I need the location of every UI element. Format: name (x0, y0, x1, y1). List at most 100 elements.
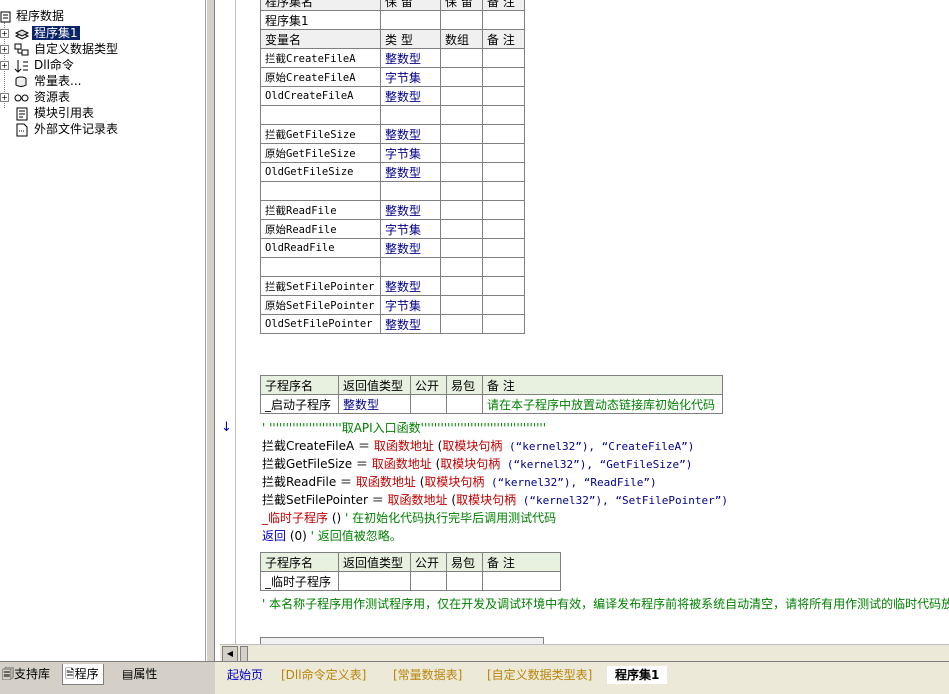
note-cell[interactable] (482, 200, 525, 220)
array-cell[interactable] (440, 276, 483, 296)
variable-type[interactable]: 整数型 (380, 86, 441, 106)
variable-type[interactable]: 字节集 (380, 67, 441, 87)
code-line[interactable]: 拦截GetFileSize ＝ 取函数地址 (取模块句柄 (“kernel32”… (262, 455, 692, 473)
note-cell[interactable] (482, 48, 525, 68)
variable-type[interactable]: 整数型 (380, 48, 441, 68)
subroutine-row[interactable]: _临时子程序 (260, 571, 561, 591)
variable-type[interactable]: 整数型 (380, 200, 441, 220)
variable-type[interactable]: 整数型 (380, 314, 441, 334)
expand-plus-icon[interactable]: + (0, 93, 9, 102)
assembly-name-cell[interactable]: 程序集1 (260, 10, 381, 30)
variable-row[interactable]: OldGetFileSize 整数型 (260, 162, 525, 182)
array-cell[interactable] (440, 181, 483, 201)
variable-name[interactable]: OldCreateFileA (260, 86, 381, 106)
variable-name[interactable]: 拦截SetFilePointer (260, 276, 381, 296)
cell[interactable] (482, 10, 525, 30)
array-cell[interactable] (440, 124, 483, 144)
array-cell[interactable] (440, 48, 483, 68)
note-cell[interactable] (482, 143, 525, 163)
array-cell[interactable] (440, 200, 483, 220)
array-cell[interactable] (440, 257, 483, 277)
tab-assembly-1[interactable]: 程序集1 (607, 666, 668, 684)
variable-row[interactable] (260, 181, 525, 201)
expand-plus-icon[interactable]: + (0, 61, 9, 70)
code-line[interactable]: 拦截ReadFile ＝ 取函数地址 (取模块句柄 (“kernel32”), … (262, 473, 657, 491)
code-line-return[interactable]: 返回 (0) ' 返回值被忽略。 (262, 527, 402, 545)
variable-name[interactable] (260, 105, 381, 125)
cell[interactable] (380, 10, 441, 30)
variable-row[interactable]: OldReadFile 整数型 (260, 238, 525, 258)
assembly-name-row[interactable]: 程序集1 (260, 10, 525, 30)
subroutine-name[interactable]: _启动子程序 (260, 394, 339, 414)
variable-row[interactable]: 原始SetFilePointer 字节集 (260, 295, 525, 315)
subroutine-row[interactable]: _启动子程序 整数型 请在本子程序中放置动态链接库初始化代码 (260, 394, 723, 414)
variable-row[interactable] (260, 105, 525, 125)
variable-name[interactable]: OldGetFileSize (260, 162, 381, 182)
array-cell[interactable] (440, 295, 483, 315)
code-line[interactable]: 拦截SetFilePointer ＝ 取函数地址 (取模块句柄 (“kernel… (262, 491, 728, 509)
note-cell[interactable] (482, 67, 525, 87)
variable-row[interactable]: 拦截CreateFileA 整数型 (260, 48, 525, 68)
array-cell[interactable] (440, 105, 483, 125)
subroutine-note[interactable] (482, 571, 561, 591)
variable-name[interactable]: 拦截CreateFileA (260, 48, 381, 68)
tab-dll-commands[interactable]: [Dll命令定义表] (273, 666, 374, 684)
tab-properties[interactable]: ▤属性 (120, 664, 161, 684)
note-cell[interactable] (482, 276, 525, 296)
variable-type[interactable]: 字节集 (380, 143, 441, 163)
array-cell[interactable] (440, 67, 483, 87)
tab-constants[interactable]: [常量数据表] (385, 666, 470, 684)
variable-type[interactable]: 整数型 (380, 124, 441, 144)
variable-type[interactable]: 字节集 (380, 295, 441, 315)
note-cell[interactable] (482, 219, 525, 239)
variable-type[interactable]: 整数型 (380, 162, 441, 182)
variable-type[interactable] (380, 257, 441, 277)
variable-row[interactable]: 原始ReadFile 字节集 (260, 219, 525, 239)
variable-type[interactable]: 字节集 (380, 219, 441, 239)
array-cell[interactable] (440, 238, 483, 258)
temp-subroutine-comment[interactable]: ' 本名称子程序用作测试程序用，仅在开发及调试环境中有效，编译发布程序前将被系统… (262, 595, 949, 613)
tab-custom-types[interactable]: [自定义数据类型表] (479, 666, 600, 684)
variable-name[interactable]: 原始CreateFileA (260, 67, 381, 87)
variable-name[interactable] (260, 181, 381, 201)
tab-start-page[interactable]: 起始页 (219, 666, 271, 684)
variable-row[interactable]: 拦截GetFileSize 整数型 (260, 124, 525, 144)
scroll-left-arrow-icon[interactable]: ◀ (222, 646, 238, 662)
cell[interactable] (440, 10, 483, 30)
variable-type[interactable]: 整数型 (380, 238, 441, 258)
note-cell[interactable] (482, 181, 525, 201)
code-editor[interactable]: ↓ 程序集名 保 留 保 留 备 注 程序集1 变量名 类 型 数组 备 注 拦… (215, 0, 949, 644)
variable-type[interactable] (380, 105, 441, 125)
variable-name[interactable]: 拦截GetFileSize (260, 124, 381, 144)
code-comment-line[interactable]: ' ''''''''''''''''''''''取API入口函数''''''''… (262, 419, 546, 437)
variable-row[interactable]: 拦截SetFilePointer 整数型 (260, 276, 525, 296)
note-cell[interactable] (482, 314, 525, 334)
array-cell[interactable] (440, 219, 483, 239)
array-cell[interactable] (440, 86, 483, 106)
easy-pack-cell[interactable] (446, 571, 483, 591)
return-type[interactable] (338, 571, 411, 591)
subroutine-note[interactable]: 请在本子程序中放置动态链接库初始化代码 (482, 394, 723, 414)
variable-name[interactable]: OldSetFilePointer (260, 314, 381, 334)
variable-row[interactable]: OldCreateFileA 整数型 (260, 86, 525, 106)
array-cell[interactable] (440, 314, 483, 334)
tab-program[interactable]: 🗎程序 (62, 664, 104, 685)
variable-name[interactable]: 原始SetFilePointer (260, 295, 381, 315)
expand-plus-icon[interactable]: + (0, 45, 9, 54)
note-cell[interactable] (482, 86, 525, 106)
note-cell[interactable] (482, 105, 525, 125)
note-cell[interactable] (482, 295, 525, 315)
variable-name[interactable]: OldReadFile (260, 238, 381, 258)
variable-row[interactable]: 原始CreateFileA 字节集 (260, 67, 525, 87)
subroutine-name[interactable]: _临时子程序 (260, 571, 339, 591)
variable-type[interactable] (380, 181, 441, 201)
variable-name[interactable]: 原始ReadFile (260, 219, 381, 239)
variable-row[interactable]: 拦截ReadFile 整数型 (260, 200, 525, 220)
code-line-call[interactable]: _临时子程序 () ' 在初始化代码执行完毕后调用测试代码 (262, 509, 556, 527)
note-cell[interactable] (482, 124, 525, 144)
note-cell[interactable] (482, 257, 525, 277)
variable-name[interactable]: 拦截ReadFile (260, 200, 381, 220)
tab-library[interactable]: 🗐支持库 (0, 664, 54, 684)
panel-splitter[interactable] (206, 0, 215, 661)
easy-pack-cell[interactable] (446, 394, 483, 414)
